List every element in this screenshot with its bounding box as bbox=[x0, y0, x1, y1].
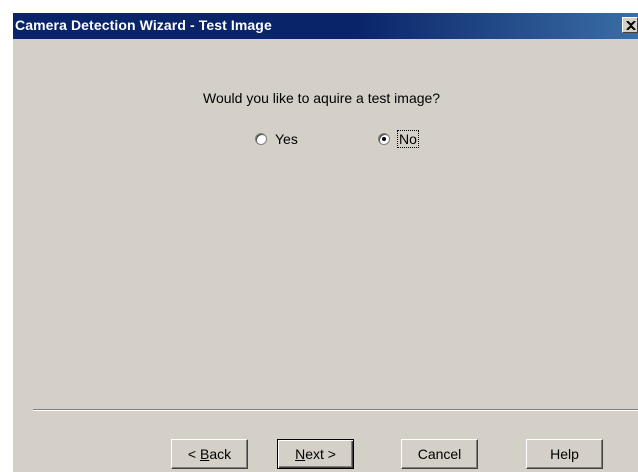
radio-no[interactable]: No bbox=[378, 130, 419, 148]
wizard-dialog: Camera Detection Wizard - Test Image Wou… bbox=[12, 12, 638, 472]
separator-line bbox=[33, 409, 638, 411]
title-bar[interactable]: Camera Detection Wizard - Test Image bbox=[13, 13, 638, 39]
next-button[interactable]: Next > bbox=[277, 439, 354, 469]
cancel-button[interactable]: Cancel bbox=[401, 439, 478, 469]
back-button-prefix: < bbox=[187, 446, 200, 462]
close-icon bbox=[626, 21, 636, 30]
radio-selected-dot bbox=[382, 137, 386, 141]
question-text: Would you like to aquire a test image? bbox=[203, 90, 441, 106]
next-button-rest: ext > bbox=[305, 446, 336, 462]
radio-no-label[interactable]: No bbox=[397, 130, 419, 148]
radio-yes-label[interactable]: Yes bbox=[275, 131, 298, 147]
radio-yes[interactable]: Yes bbox=[255, 130, 298, 148]
window-title: Camera Detection Wizard - Test Image bbox=[15, 17, 272, 33]
radio-no-circle[interactable] bbox=[378, 133, 390, 145]
radio-yes-circle[interactable] bbox=[255, 133, 267, 145]
next-button-mnemonic: N bbox=[295, 446, 306, 462]
back-button-mnemonic: B bbox=[199, 446, 210, 462]
close-button[interactable] bbox=[622, 17, 638, 33]
help-button[interactable]: Help bbox=[526, 439, 603, 469]
back-button[interactable]: < Back bbox=[171, 439, 248, 469]
back-button-rest: ack bbox=[209, 446, 232, 462]
